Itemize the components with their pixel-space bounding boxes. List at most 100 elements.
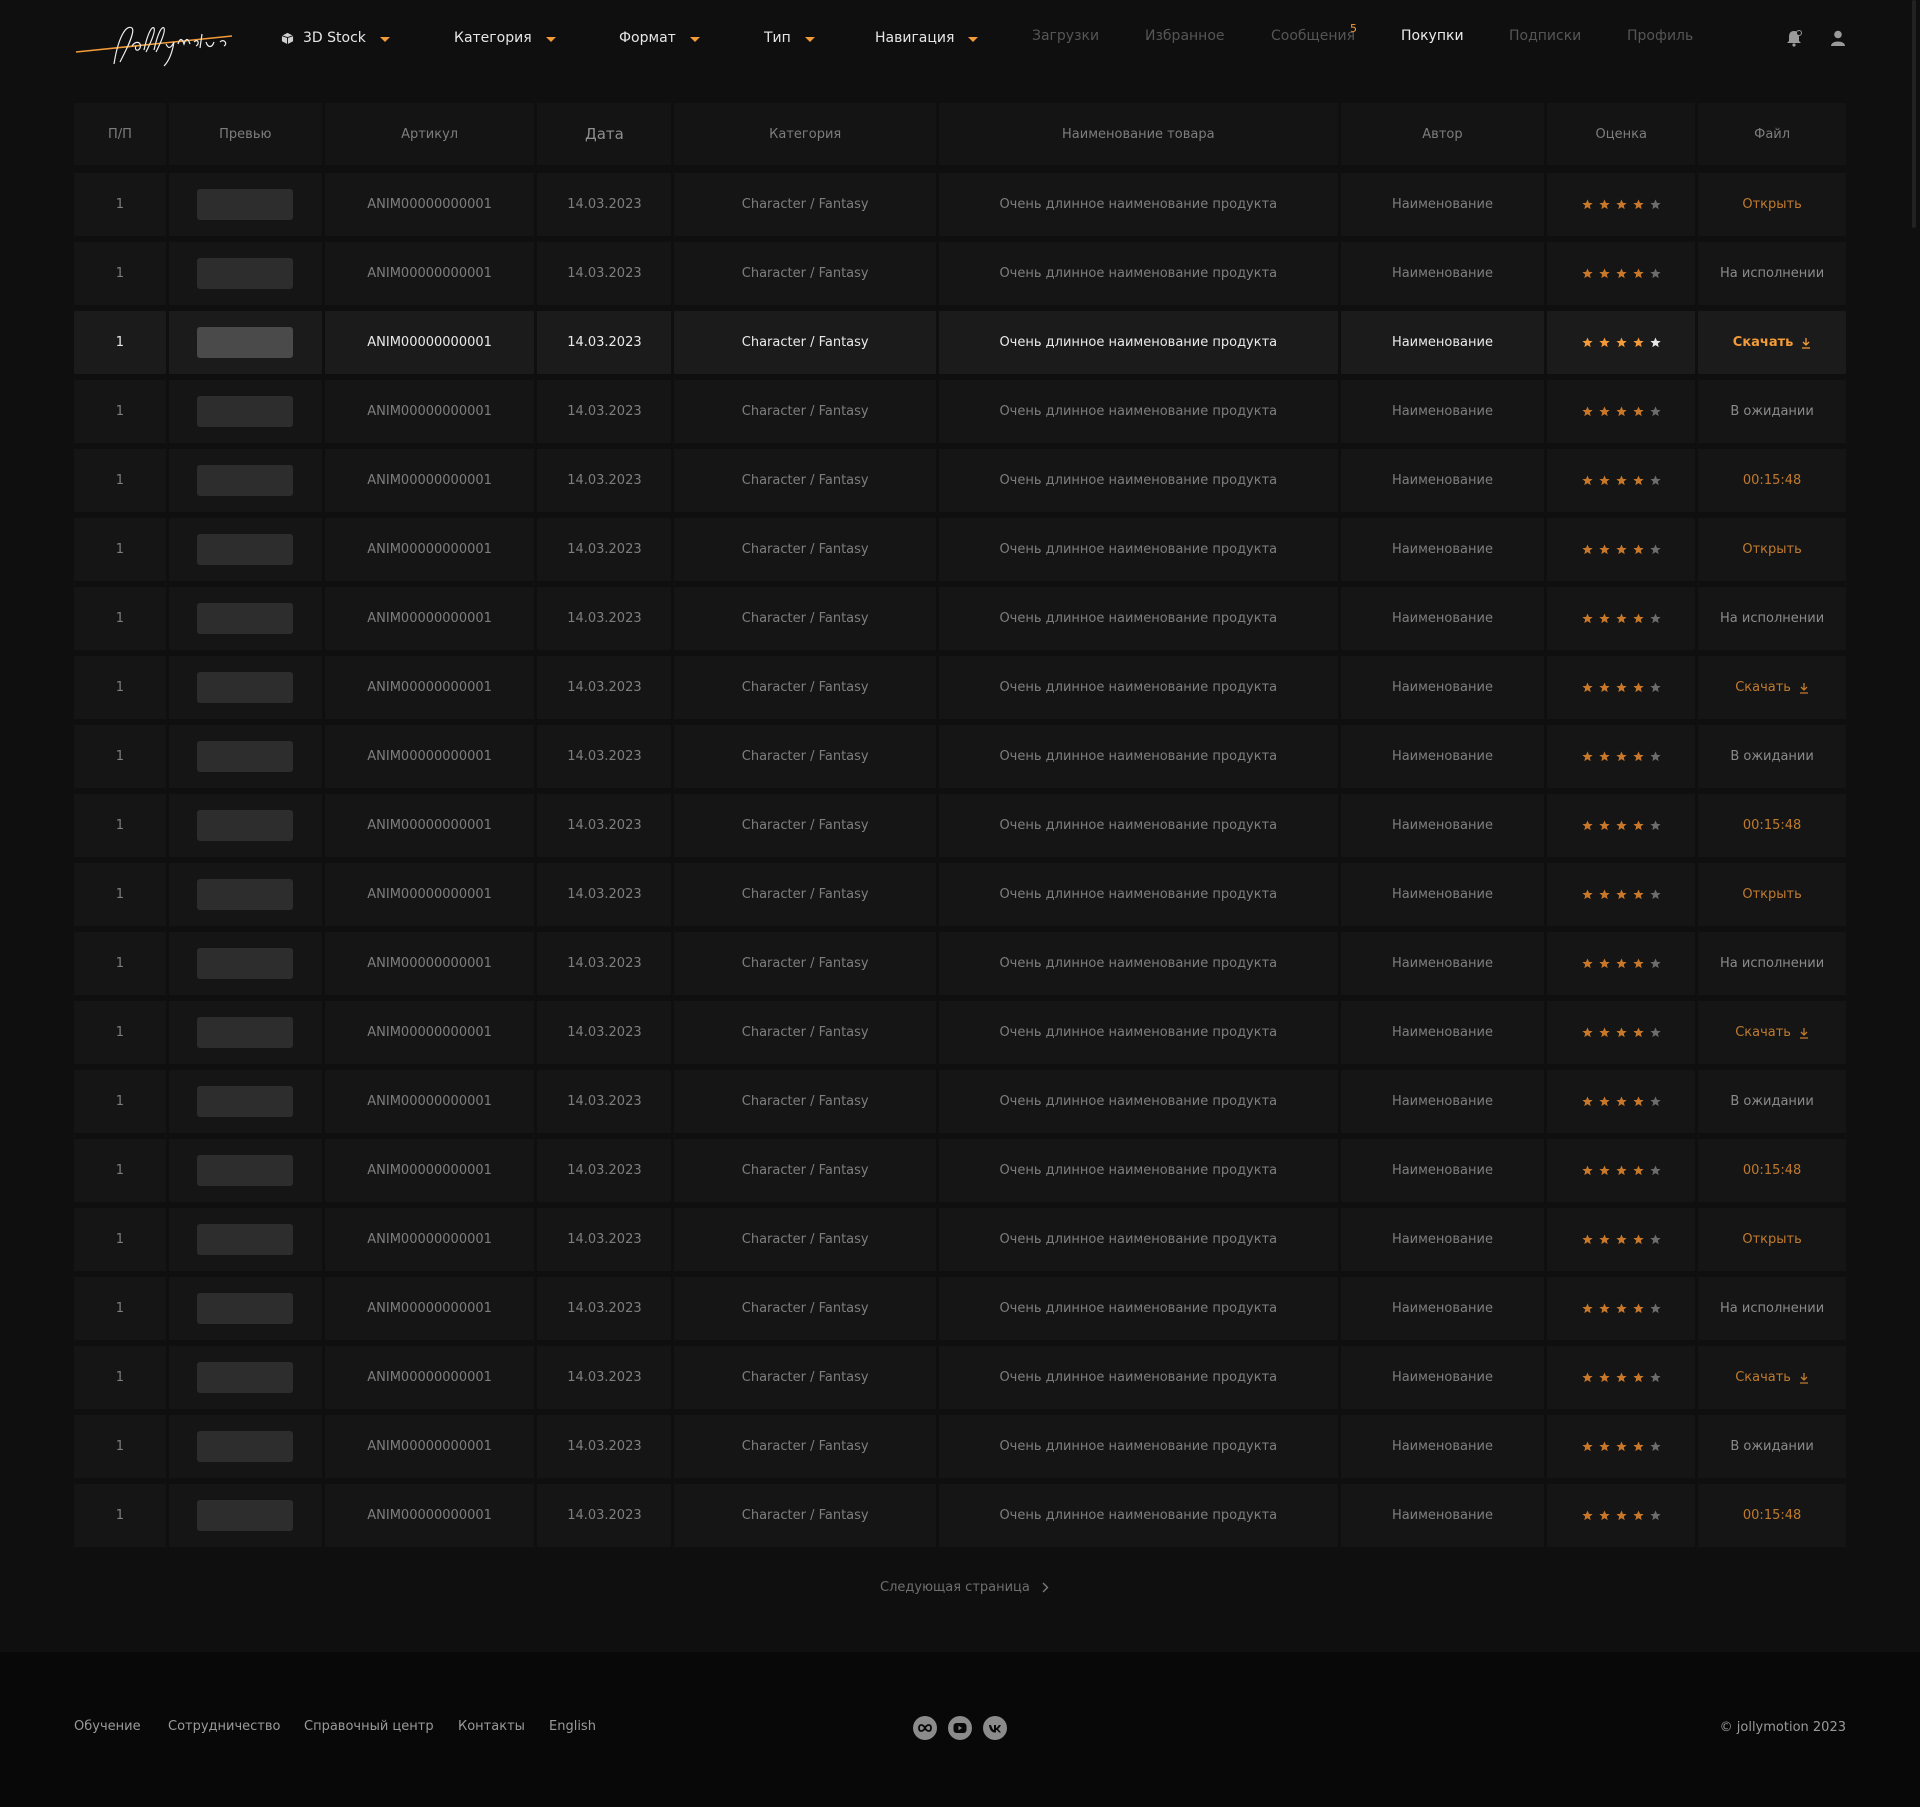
table-row[interactable]: 1 ANIM00000000001 14.03.2023 Character / Fa… [74,1346,1846,1409]
user-icon[interactable] [1828,28,1848,48]
bell-icon[interactable] [1784,28,1804,48]
footer-link-contacts[interactable]: Контакты [458,1719,525,1734]
nav-link-profile[interactable]: Профиль [1627,28,1693,48]
star-icon [1616,544,1627,555]
table-row[interactable]: 1 ANIM00000000001 14.03.2023 Character / Fa… [74,725,1846,788]
column-header[interactable]: Артикул [324,103,535,165]
star-icon [1582,1165,1593,1176]
preview-thumbnail[interactable] [197,1500,294,1531]
footer-link-learning[interactable]: Обучение [74,1719,141,1734]
category-cell: Character / Fantasy [674,173,937,236]
table-row[interactable]: 1 ANIM00000000001 14.03.2023 Character / Fa… [74,656,1846,719]
youtube-icon[interactable] [948,1716,972,1740]
table-row[interactable]: 1 ANIM00000000001 14.03.2023 Character / Fa… [74,380,1846,443]
column-header[interactable]: Превью [168,103,322,165]
preview-thumbnail[interactable] [197,1155,294,1186]
preview-thumbnail[interactable] [197,189,294,220]
table-row[interactable]: 1 ANIM00000000001 14.03.2023 Character / Fa… [74,449,1846,512]
star-icon [1616,1303,1627,1314]
preview-thumbnail[interactable] [197,879,294,910]
rating-cell [1547,518,1696,581]
table-row[interactable]: 1 ANIM00000000001 14.03.2023 Character / Fa… [74,1277,1846,1340]
preview-thumbnail[interactable] [197,948,294,979]
preview-thumbnail[interactable] [197,810,294,841]
caret-down-icon [689,36,700,42]
footer-link-help-center[interactable]: Справочный центр [304,1719,434,1734]
download-link[interactable]: Скачать [1733,335,1812,350]
preview-thumbnail[interactable] [197,672,294,703]
preview-thumbnail[interactable] [197,1293,294,1324]
column-header[interactable]: Наименование товара [939,103,1338,165]
column-header[interactable]: Файл [1698,103,1846,165]
file-action[interactable]: Открыть [1742,887,1801,902]
sku-cell: ANIM00000000001 [324,794,535,857]
table-row[interactable]: 1 ANIM00000000001 14.03.2023 Character / Fa… [74,863,1846,926]
star-icon [1582,889,1593,900]
preview-thumbnail[interactable] [197,327,294,358]
nav-dropdown-3d-stock[interactable]: 3D Stock [281,28,390,48]
table-row[interactable]: 1 ANIM00000000001 14.03.2023 Character / Fa… [74,173,1846,236]
preview-cell [168,1277,322,1340]
file-action[interactable]: 00:15:48 [1743,473,1801,488]
preview-thumbnail[interactable] [197,1017,294,1048]
table-row[interactable]: 1 ANIM00000000001 14.03.2023 Character / Fa… [74,1001,1846,1064]
nav-link-favorites[interactable]: Избранное [1145,28,1225,48]
nav-link-subscriptions[interactable]: Подписки [1509,28,1581,48]
file-action[interactable]: Открыть [1742,542,1801,557]
file-action[interactable]: Открыть [1742,1232,1801,1247]
next-page-button[interactable]: Следующая страница [880,1580,1049,1595]
preview-thumbnail[interactable] [197,1224,294,1255]
footer-link-partnership[interactable]: Сотрудничество [168,1719,281,1734]
vk-icon[interactable] [983,1716,1007,1740]
file-cell: В ожидании [1698,725,1846,788]
preview-thumbnail[interactable] [197,741,294,772]
file-action[interactable]: 00:15:48 [1743,1163,1801,1178]
column-header[interactable]: Оценка [1547,103,1696,165]
nav-dropdown-navigation[interactable]: Навигация [875,28,979,48]
preview-cell [168,242,322,305]
column-header[interactable]: Автор [1340,103,1545,165]
table-row[interactable]: 1 ANIM00000000001 14.03.2023 Character / Fa… [74,1139,1846,1202]
table-row[interactable]: 1 ANIM00000000001 14.03.2023 Character / Fa… [74,1484,1846,1547]
file-action[interactable]: Открыть [1742,197,1801,212]
jollymotion-logo[interactable] [74,18,234,70]
preview-thumbnail[interactable] [197,1362,294,1393]
download-link[interactable]: Скачать [1735,680,1809,695]
nav-dropdown-format[interactable]: Формат [619,28,700,48]
download-link[interactable]: Скачать [1735,1025,1809,1040]
preview-thumbnail[interactable] [197,396,294,427]
table-row[interactable]: 1 ANIM00000000001 14.03.2023 Character / Fa… [74,518,1846,581]
infinity-icon[interactable] [913,1716,937,1740]
table-row[interactable]: 1 ANIM00000000001 14.03.2023 Character / Fa… [74,1415,1846,1478]
column-header[interactable]: Категория [674,103,937,165]
table-row[interactable]: 1 ANIM00000000001 14.03.2023 Character / Fa… [74,932,1846,995]
footer-link-english[interactable]: English [549,1719,596,1734]
download-link[interactable]: Скачать [1735,1370,1809,1385]
table-row[interactable]: 1 ANIM00000000001 14.03.2023 Character / Fa… [74,311,1846,374]
column-header[interactable]: П/П [74,103,166,165]
preview-thumbnail[interactable] [197,258,294,289]
purchases-table: П/П Превью Артикул Дата Категория Наимен… [74,103,1846,1553]
file-action[interactable]: 00:15:48 [1743,818,1801,833]
star-icon [1582,1372,1593,1383]
preview-thumbnail[interactable] [197,534,294,565]
preview-thumbnail[interactable] [197,1086,294,1117]
nav-dropdown-category[interactable]: Категория [454,28,556,48]
nav-link-purchases[interactable]: Покупки [1401,28,1464,48]
column-header[interactable]: Дата [537,103,672,165]
preview-thumbnail[interactable] [197,465,294,496]
date-cell: 14.03.2023 [537,1415,672,1478]
table-row[interactable]: 1 ANIM00000000001 14.03.2023 Character / Fa… [74,587,1846,650]
nav-link-messages[interactable]: Сообщения [1271,28,1355,48]
preview-thumbnail[interactable] [197,603,294,634]
nav-link-downloads[interactable]: Загрузки [1032,28,1099,48]
table-row[interactable]: 1 ANIM00000000001 14.03.2023 Character / Fa… [74,242,1846,305]
file-action[interactable]: 00:15:48 [1743,1508,1801,1523]
page-scrollbar[interactable] [1912,0,1916,228]
nav-dropdown-type[interactable]: Тип [764,28,815,48]
table-row[interactable]: 1 ANIM00000000001 14.03.2023 Character / Fa… [74,794,1846,857]
table-row[interactable]: 1 ANIM00000000001 14.03.2023 Character / Fa… [74,1208,1846,1271]
preview-thumbnail[interactable] [197,1431,294,1462]
category-cell: Character / Fantasy [674,1208,937,1271]
table-row[interactable]: 1 ANIM00000000001 14.03.2023 Character / Fa… [74,1070,1846,1133]
